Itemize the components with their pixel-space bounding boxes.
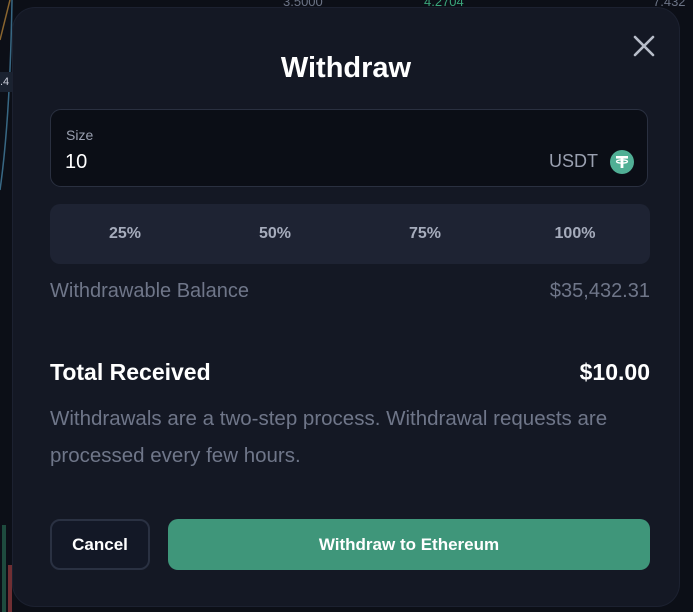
size-field[interactable]: Size USDT xyxy=(50,109,648,187)
size-label: Size xyxy=(66,127,94,143)
withdrawal-info-text: Withdrawals are a two-step process. With… xyxy=(50,407,608,467)
total-received-label: Total Received xyxy=(50,359,211,385)
cancel-button[interactable]: Cancel xyxy=(50,519,150,570)
size-input[interactable] xyxy=(65,150,465,174)
close-icon[interactable] xyxy=(630,32,658,60)
percent-50-button[interactable]: 50% xyxy=(200,204,350,264)
withdrawable-balance-label: Withdrawable Balance xyxy=(50,280,249,302)
withdraw-modal: Withdraw Size USDT 25% 50% 75% 100% With… xyxy=(13,8,679,606)
modal-title: Withdraw xyxy=(280,52,412,84)
total-received-value: $10.00 xyxy=(579,359,650,385)
withdraw-to-ethereum-button[interactable]: Withdraw to Ethereum xyxy=(168,519,650,570)
percent-selector: 25% 50% 75% 100% xyxy=(50,204,650,264)
percent-100-button[interactable]: 100% xyxy=(500,204,650,264)
withdrawable-balance-value: $35,432.31 xyxy=(549,280,650,302)
tether-icon xyxy=(610,150,634,174)
currency-label: USDT xyxy=(549,151,598,171)
background-volume-bars xyxy=(0,515,14,612)
percent-25-button[interactable]: 25% xyxy=(50,204,200,264)
background-price-tag: .4 xyxy=(0,72,12,92)
percent-75-button[interactable]: 75% xyxy=(350,204,500,264)
